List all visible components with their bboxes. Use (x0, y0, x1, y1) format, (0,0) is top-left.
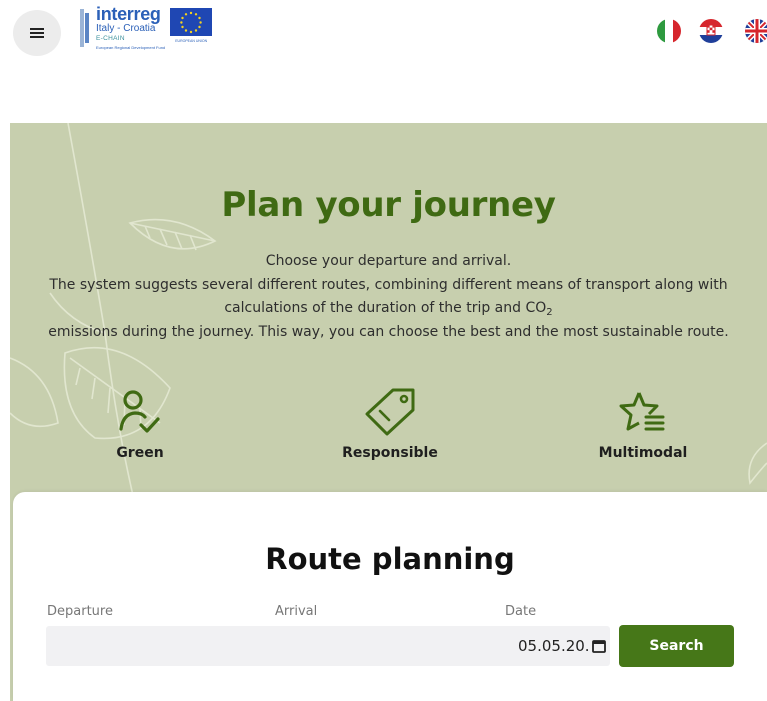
date-label: Date (505, 604, 537, 619)
language-switcher (657, 19, 767, 43)
logo-project: E-CHAIN (96, 35, 125, 42)
feature-responsible: Responsible (300, 387, 480, 461)
calendar-icon[interactable] (592, 639, 606, 653)
hero-description: Choose your departure and arrival. The s… (10, 250, 767, 344)
logo-region: Italy - Croatia (96, 23, 156, 34)
interreg-logo[interactable]: interreg Italy - Croatia E-CHAIN Europea… (80, 4, 213, 57)
date-input[interactable]: 05.05.20. (518, 626, 590, 666)
tag-icon (363, 387, 417, 437)
feature-multimodal: Multimodal (553, 387, 733, 461)
logo-brand-name: interreg (96, 4, 161, 24)
departure-input[interactable] (46, 626, 271, 666)
top-header: interreg Italy - Croatia E-CHAIN Europea… (0, 0, 767, 110)
hero-title: Plan your journey (221, 185, 556, 225)
interreg-mark-icon (80, 9, 90, 47)
route-planning-card: Route planning Departure Arrival Date 05… (13, 492, 767, 701)
star-list-icon (619, 387, 667, 437)
english-flag-icon[interactable] (745, 19, 767, 43)
search-button[interactable]: Search (619, 625, 734, 667)
eu-caption: EUROPEAN UNION (175, 39, 208, 43)
hero-description-line-text: calculations of the duration of the trip… (224, 300, 547, 316)
hero-description-line: Choose your departure and arrival. (265, 253, 512, 269)
co2-subscript: 2 (546, 307, 553, 318)
hamburger-menu-button[interactable] (13, 10, 61, 56)
arrival-input[interactable] (275, 626, 500, 666)
eu-flag-icon (170, 8, 213, 36)
croatian-flag-icon[interactable] (699, 19, 723, 43)
hero-description-line: calculations of the duration of the trip… (10, 297, 767, 321)
hero-description-line: emissions during the journey. This way, … (48, 323, 729, 340)
italian-flag-icon[interactable] (657, 19, 681, 43)
feature-label: Multimodal (598, 445, 688, 461)
hero-description-line: The system suggests several different ro… (49, 276, 728, 293)
person-check-icon (118, 387, 162, 437)
route-inputs-bar: 05.05.20. (46, 626, 610, 666)
departure-label: Departure (47, 604, 113, 619)
route-planning-title: Route planning (265, 542, 515, 576)
arrival-label: Arrival (275, 604, 318, 619)
logo-fund-caption: European Regional Development Fund (96, 44, 166, 50)
feature-green: Green (50, 387, 230, 461)
feature-label: Responsible (342, 445, 438, 461)
feature-label: Green (116, 445, 164, 461)
hamburger-icon (30, 28, 44, 38)
